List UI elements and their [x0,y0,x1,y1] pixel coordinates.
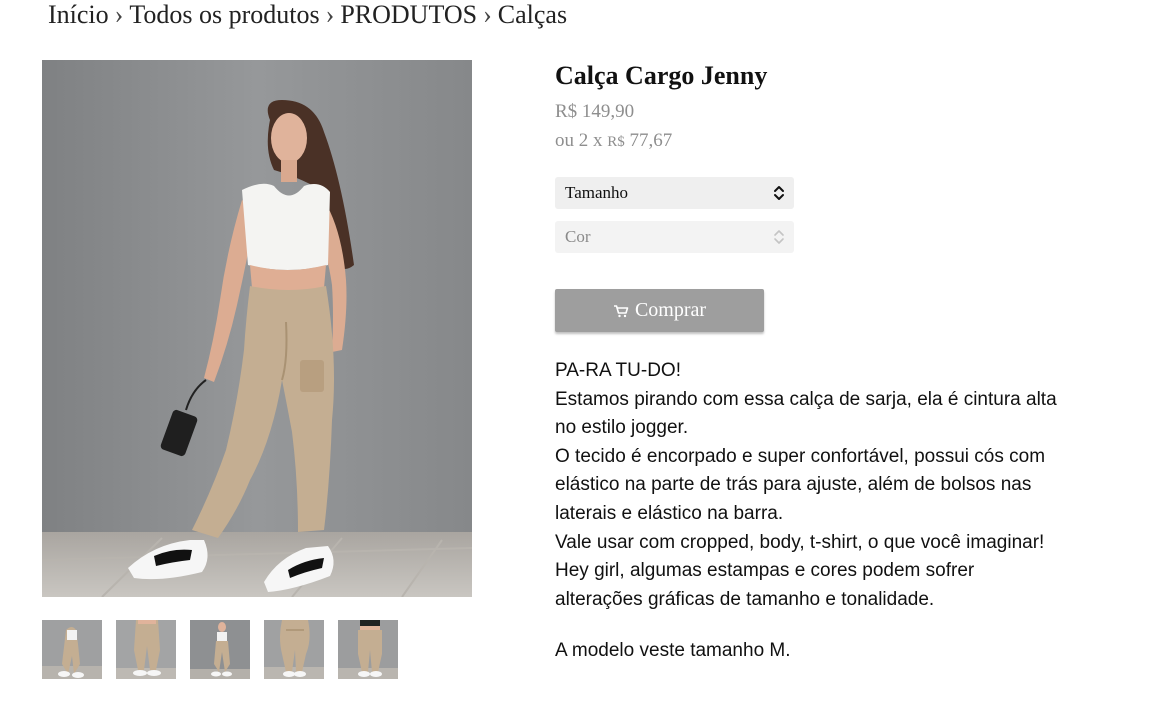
thumbnail-4[interactable] [264,620,324,679]
thumbnail-3[interactable] [190,620,250,679]
product-title: Calça Cargo Jenny [555,61,768,90]
select-chevron-icon [774,230,784,244]
product-main-image[interactable] [42,60,472,597]
size-select[interactable]: Tamanho [555,177,794,209]
installments-value: 77,67 [629,130,673,151]
buy-button-label: Comprar [634,299,707,321]
product-price: R$ 149,90 [555,101,635,122]
breadcrumb-all-products[interactable]: Todos os produtos [129,0,319,29]
select-chevron-icon [774,186,784,200]
color-select-label: Cor [565,227,591,246]
cart-icon [613,304,629,317]
description-line: Hey girl, algumas estampas e cores podem… [555,560,975,610]
breadcrumb-separator: › [325,0,335,29]
breadcrumb-separator: › [114,0,124,29]
product-description: PA-RA TU-DO! Estamos pirando com essa ca… [555,357,1065,666]
color-select[interactable]: Cor [555,221,794,253]
breadcrumb: Início › Todos os produtos › PRODUTOS › Calças [48,0,567,30]
model-size-note: A modelo veste tamanho M. [555,640,791,662]
thumbnail-gallery [42,620,398,679]
buy-button[interactable]: Comprar [555,289,764,332]
breadcrumb-pants[interactable]: Calças [498,0,567,29]
description-line: Vale usar com cropped, body, t-shirt, o … [555,531,1045,553]
installments-text: ou 2 x R$ 77,67 [555,128,672,155]
breadcrumb-home[interactable]: Início [48,0,109,29]
breadcrumb-separator: › [483,0,492,29]
size-select-label: Tamanho [565,183,629,202]
breadcrumb-products[interactable]: PRODUTOS [340,0,477,29]
installments-prefix: ou 2 x [555,130,603,151]
thumbnail-5[interactable] [338,620,398,679]
description-line: Estamos pirando com essa calça de sarja,… [555,388,1057,439]
product-photo [42,60,472,597]
description-line: O tecido é encorpado e super confortável… [555,445,1046,524]
installments-currency: R$ [607,134,625,150]
description-line: PA-RA TU-DO! [555,360,681,381]
thumbnail-1[interactable] [42,620,102,679]
thumbnail-2[interactable] [116,620,176,679]
